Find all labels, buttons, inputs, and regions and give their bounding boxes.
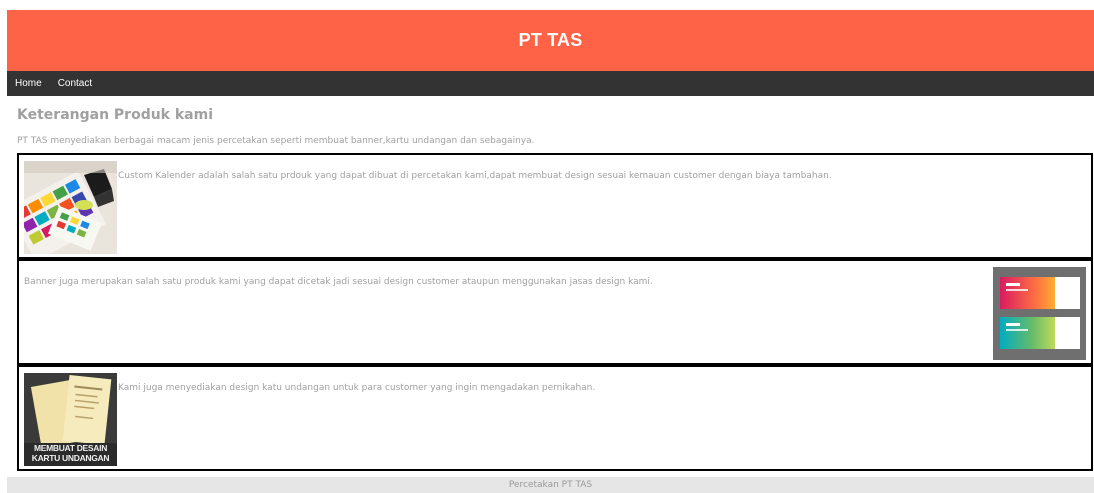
product-description-invitation: Kami juga menyediakan design katu undang… <box>118 383 596 393</box>
intro-text: PT TAS menyediakan berbagai macam jenis … <box>17 136 535 146</box>
top-nav: Home Contact <box>7 71 1094 96</box>
site-title: PT TAS <box>518 30 583 50</box>
product-card-banner: Banner juga merupakan salah satu produk … <box>17 259 1093 365</box>
nav-link-contact[interactable]: Contact <box>50 71 100 96</box>
footer-text: Percetakan PT TAS <box>508 480 593 490</box>
site-header: PT TAS <box>7 10 1094 71</box>
product-description-banner: Banner juga merupakan salah satu produk … <box>24 277 653 287</box>
product-card-invitation: MEMBUAT DESAIN KARTU UNDANGAN Kami juga … <box>17 365 1093 471</box>
calendar-image <box>24 161 117 254</box>
section-heading: Keterangan Produk kami <box>17 107 214 123</box>
invitation-image-caption: MEMBUAT DESAIN KARTU UNDANGAN <box>31 443 110 463</box>
product-card-calendar: Custom Kalender adalah salah satu prdouk… <box>17 153 1093 259</box>
invitation-image: MEMBUAT DESAIN KARTU UNDANGAN <box>24 373 117 466</box>
banner-image <box>993 267 1086 360</box>
site-footer: Percetakan PT TAS <box>7 477 1094 493</box>
product-description-calendar: Custom Kalender adalah salah satu prdouk… <box>118 171 832 181</box>
nav-link-home[interactable]: Home <box>7 71 50 96</box>
main-content: Keterangan Produk kami PT TAS menyediaka… <box>17 106 1093 147</box>
